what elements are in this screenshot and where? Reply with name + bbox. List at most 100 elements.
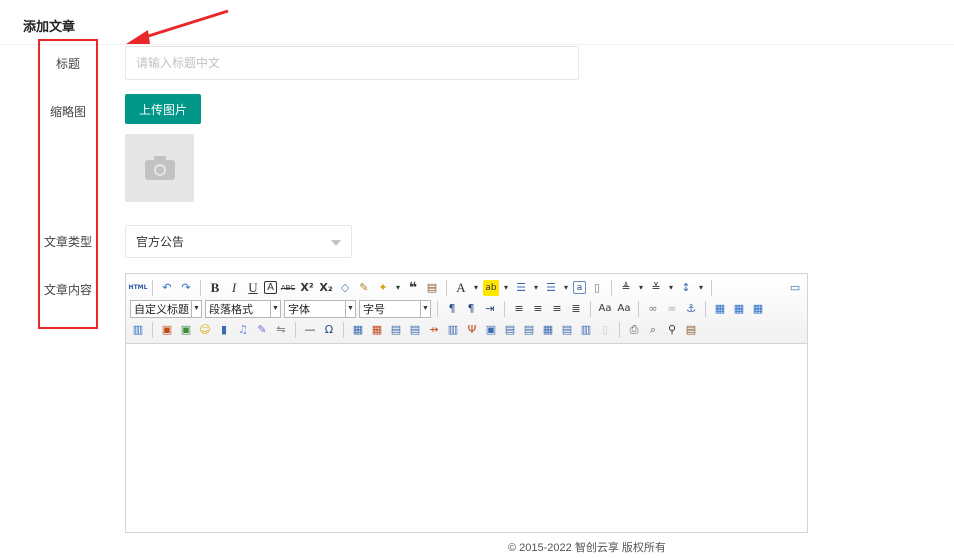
camera-icon <box>144 156 175 180</box>
backcolor-icon[interactable]: ab <box>483 279 499 296</box>
annotation-arrow <box>126 9 229 44</box>
image-none-icon[interactable]: ▦ <box>712 301 728 317</box>
bold-icon[interactable]: B <box>207 280 223 296</box>
tolowercase-icon[interactable]: Aa <box>616 301 632 317</box>
chart-icon[interactable]: ▯ <box>597 322 613 338</box>
image-left-icon[interactable]: ▦ <box>731 301 747 317</box>
preview-icon[interactable]: ⌕ <box>645 322 661 338</box>
upload-image-button[interactable]: 上传图片 <box>125 94 201 124</box>
editor-content-area[interactable] <box>126 344 807 532</box>
chevron-down-icon: ▼ <box>191 300 201 317</box>
indent-icon[interactable]: ⇥ <box>482 301 498 317</box>
rowspacingtop-icon[interactable]: ≜ <box>618 280 634 296</box>
cleardoc-icon[interactable]: ▯ <box>589 280 605 296</box>
undo-icon[interactable]: ↶ <box>159 280 175 296</box>
image-right-icon[interactable]: ▦ <box>750 301 766 317</box>
fullscreen-icon[interactable]: ▭ <box>787 280 803 296</box>
fontborder-icon[interactable]: A <box>264 281 277 294</box>
article-type-value: 官方公告 <box>136 235 185 249</box>
toolbar-separator <box>295 321 296 338</box>
search-replace-icon[interactable]: ⚲ <box>664 322 680 338</box>
video-icon[interactable]: ▮ <box>216 322 232 338</box>
chevron-down-icon: ▼ <box>420 300 430 317</box>
special-chars-icon[interactable]: Ω <box>321 322 337 338</box>
dropdown-arrow-icon[interactable]: ▾ <box>637 280 645 296</box>
toolbar-separator <box>590 300 591 317</box>
blockquote-icon[interactable]: ❝ <box>405 280 421 296</box>
article-type-select[interactable]: 官方公告 <box>125 225 352 258</box>
thumbnail-preview[interactable] <box>125 134 194 202</box>
dropdown-arrow-icon[interactable]: ▾ <box>697 280 705 296</box>
superscript-icon[interactable]: X² <box>299 280 315 296</box>
delete-table-icon[interactable]: ▦ <box>369 322 385 338</box>
chevron-down-icon: ▼ <box>345 300 355 317</box>
directionality-rtl-icon[interactable]: ¶ <box>463 301 479 317</box>
emotion-icon[interactable]: ☺ <box>197 322 213 338</box>
font-combo[interactable]: 字体 ▼ <box>284 299 356 318</box>
merge-cells-icon[interactable]: ▣ <box>483 322 499 338</box>
title-input[interactable] <box>125 46 579 80</box>
justify-right-icon[interactable]: ≡ <box>549 301 565 317</box>
format-brush-icon[interactable]: ✎ <box>356 280 372 296</box>
dropdown-arrow-icon[interactable]: ▾ <box>667 280 675 296</box>
justify-center-icon[interactable]: ≡ <box>530 301 546 317</box>
page-title: 添加文章 <box>23 19 76 34</box>
insert-table-icon[interactable]: ▦ <box>350 322 366 338</box>
toolbar-separator <box>619 321 620 338</box>
html-icon[interactable]: HTML <box>129 280 148 296</box>
justify-full-icon[interactable]: ≣ <box>568 301 584 317</box>
autotypeset-icon[interactable]: ✦ <box>375 280 391 296</box>
print-icon[interactable]: ⎙ <box>626 322 642 338</box>
drafts-icon[interactable]: ▤ <box>683 322 699 338</box>
rowspacingbottom-icon[interactable]: ≚ <box>648 280 664 296</box>
insert-row-icon[interactable]: ▤ <box>407 322 423 338</box>
unordered-list-icon[interactable]: ☰ <box>543 280 559 296</box>
delete-col-icon[interactable]: Ψ <box>464 322 480 338</box>
split-rows-icon[interactable]: ▤ <box>559 322 575 338</box>
lineheight-icon[interactable]: ↕ <box>678 280 694 296</box>
annotation-box <box>38 39 98 329</box>
pasteplain-icon[interactable]: ▤ <box>424 280 440 296</box>
delete-row-icon[interactable]: ⇸ <box>426 322 442 338</box>
merge-right-icon[interactable]: ▤ <box>502 322 518 338</box>
toolbar-separator <box>446 279 447 296</box>
touppercase-icon[interactable]: Aa <box>597 301 613 317</box>
redo-icon[interactable]: ↷ <box>178 280 194 296</box>
strikethrough-icon[interactable]: ABC <box>280 280 296 296</box>
paragraph-combo[interactable]: 段落格式 ▼ <box>205 299 281 318</box>
dropdown-arrow-icon[interactable]: ▾ <box>472 280 480 296</box>
dropdown-arrow-icon[interactable]: ▾ <box>562 280 570 296</box>
subscript-icon[interactable]: X₂ <box>318 280 334 296</box>
dropdown-arrow-icon[interactable]: ▾ <box>502 280 510 296</box>
insert-col-icon[interactable]: ▥ <box>445 322 461 338</box>
forecolor-icon[interactable]: A <box>453 280 469 296</box>
dropdown-arrow-icon[interactable]: ▾ <box>394 280 402 296</box>
editor-toolbar: HTML ↶ ↷ B I U A ABC X² X₂ ◇ ✎ ✦ ▾ ❝ ▤ A <box>126 274 807 344</box>
custom-title-combo[interactable]: 自定义标题 ▼ <box>130 299 202 318</box>
eraser-icon[interactable]: ◇ <box>337 280 353 296</box>
split-cells-icon[interactable]: ▦ <box>540 322 556 338</box>
horizontal-rule-icon[interactable]: — <box>302 322 318 338</box>
link-icon[interactable]: ∞ <box>645 301 661 317</box>
toolbar-separator <box>504 300 505 317</box>
music-icon[interactable]: ♫ <box>235 322 251 338</box>
rich-text-editor[interactable]: HTML ↶ ↷ B I U A ABC X² X₂ ◇ ✎ ✦ ▾ ❝ ▤ A <box>125 273 808 533</box>
attachment-icon[interactable]: ✎ <box>254 322 270 338</box>
insert-image-icon[interactable]: ▣ <box>178 322 194 338</box>
unlink-icon[interactable]: ∞ <box>664 301 680 317</box>
ordered-list-icon[interactable]: ☰ <box>513 280 529 296</box>
template-icon[interactable]: ⇋ <box>273 322 289 338</box>
selectall-icon[interactable]: a <box>573 281 586 294</box>
split-cols-icon[interactable]: ▥ <box>578 322 594 338</box>
underline-icon[interactable]: U <box>245 280 261 296</box>
image-center-icon[interactable]: ▥ <box>130 322 146 338</box>
italic-icon[interactable]: I <box>226 280 242 296</box>
anchor-icon[interactable]: ⚓ <box>683 301 699 317</box>
dropdown-arrow-icon[interactable]: ▾ <box>532 280 540 296</box>
simple-upload-icon[interactable]: ▣ <box>159 322 175 338</box>
justify-left-icon[interactable]: ≡ <box>511 301 527 317</box>
merge-down-icon[interactable]: ▤ <box>521 322 537 338</box>
font-size-combo[interactable]: 字号 ▼ <box>359 299 431 318</box>
directionality-ltr-icon[interactable]: ¶ <box>444 301 460 317</box>
insert-paragraph-icon[interactable]: ▤ <box>388 322 404 338</box>
